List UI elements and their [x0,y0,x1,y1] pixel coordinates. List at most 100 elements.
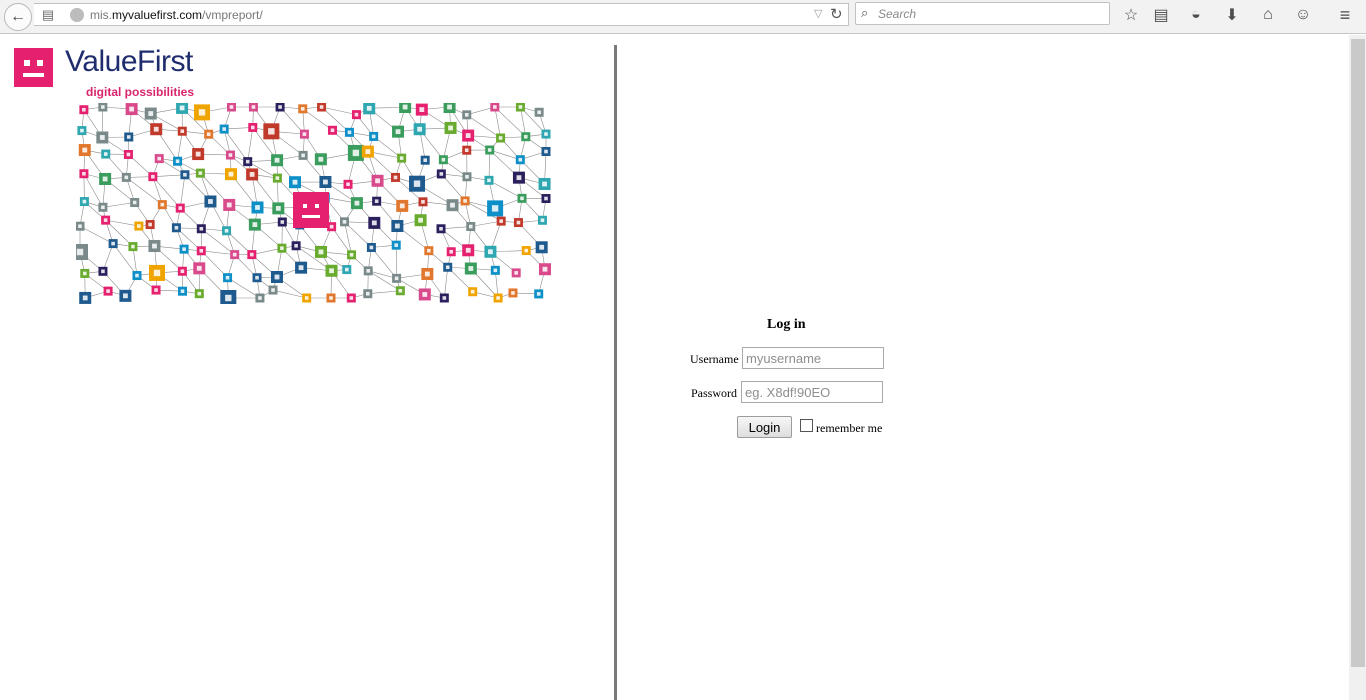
username-input[interactable] [742,347,884,369]
network-node-glyph [464,148,469,152]
network-node-glyph [347,130,352,135]
network-node-glyph [298,265,304,271]
network-node-glyph [174,225,179,230]
logo-name: ValueFirst [65,45,193,78]
network-node-glyph [197,291,202,296]
network-node-glyph [80,128,84,133]
network-node-glyph [352,149,360,157]
back-arrow-icon: ← [10,8,26,25]
url-text[interactable]: mis.myvaluefirst.com/vmpreport/ [90,8,263,22]
network-node-glyph [449,249,454,254]
network-node-glyph [208,199,213,204]
network-node-glyph [487,148,492,152]
pocket-icon[interactable]: ◒ [1185,4,1207,26]
network-node-glyph [365,291,370,296]
network-node-glyph [465,247,471,253]
network-node-glyph [103,152,108,156]
network-node-glyph [427,248,431,253]
network-node-glyph [544,132,548,136]
network-node-glyph [318,156,324,162]
logo-eye-right [37,60,43,66]
reload-icon[interactable]: ↻ [830,5,843,23]
network-node-glyph [183,172,187,177]
network-node-glyph [365,149,371,155]
page-content: ValueFirst digital possibilities Log in … [0,35,1366,700]
network-node-glyph [135,273,139,278]
network-node-glyph [342,220,347,224]
password-input[interactable] [741,381,883,403]
network-node-glyph [344,267,349,272]
network-node-glyph [255,275,259,280]
center-smiley-feature [303,204,307,208]
back-button[interactable]: ← [4,3,32,31]
username-label: Username [690,352,739,366]
network-node-glyph [371,134,376,139]
network-node-glyph [294,243,298,248]
network-node-glyph [258,296,262,300]
network-node-glyph [493,105,497,109]
network-node-glyph [402,104,408,110]
network-node-glyph [82,295,88,301]
network-node-glyph [463,199,467,203]
network-node-glyph [180,269,185,274]
network-node-glyph [524,248,529,253]
center-smiley-feature [302,215,320,218]
network-node-glyph [516,220,521,225]
network-node-glyph [82,171,86,176]
network-node-glyph [103,218,108,222]
network-node-glyph [280,246,284,250]
network-node-glyph [199,226,204,231]
network-node-glyph [153,126,159,132]
logo-eye-left [24,60,30,66]
network-node-glyph [518,105,523,109]
clipboard-icon[interactable]: ▤ [1150,4,1172,26]
search-input[interactable] [878,6,1103,22]
network-node-glyph [82,199,87,204]
network-node-glyph [399,156,404,160]
network-node-glyph [439,172,444,176]
globe-icon [70,8,84,22]
network-node-glyph [111,241,115,246]
network-node-glyph [349,253,354,257]
network-node-glyph [488,249,493,255]
url-path: /vmpreport/ [202,8,263,22]
network-node-glyph [180,289,185,293]
identity-icon[interactable]: ▤ [38,5,58,25]
logo-mouth [23,73,44,77]
network-node-glyph [126,135,131,139]
network-node-glyph [124,175,129,180]
network-node-glyph [418,217,423,223]
login-title: Log in [767,317,806,332]
network-node-glyph [514,271,518,275]
network-node-glyph [496,296,500,300]
network-node-glyph [255,205,260,210]
network-node-glyph [304,296,309,300]
scrollbar-thumb[interactable] [1351,39,1365,667]
network-node-glyph [465,133,471,138]
network-node-glyph [250,252,254,257]
hamburger-menu-icon[interactable]: ≡ [1334,4,1356,26]
network-node-glyph [278,105,282,109]
login-button[interactable]: Login [737,416,792,438]
download-icon[interactable]: ⬇ [1221,4,1243,26]
address-bar[interactable]: ▤ mis.myvaluefirst.com/vmpreport/ ▽ ↻ [34,3,849,26]
network-node-glyph [153,269,161,277]
smiley-logo-icon [14,48,53,87]
network-node-glyph [232,252,237,257]
network-node-glyph [250,125,255,130]
star-icon[interactable]: ☆ [1120,4,1142,26]
network-node-glyph [398,288,403,293]
network-node-glyph [182,247,186,251]
search-bar[interactable]: ⌕ [855,2,1110,25]
network-node-glyph [292,179,298,185]
dropdown-arrow-icon[interactable]: ▽ [814,7,822,20]
network-node-glyph [442,296,447,300]
chat-icon[interactable]: ☺ [1292,4,1314,26]
network-node-glyph [154,288,158,292]
remember-me-checkbox[interactable] [800,419,813,432]
home-icon[interactable]: ⌂ [1257,4,1279,26]
network-node-glyph [329,224,334,229]
center-smiley-icon [293,192,329,228]
network-node-glyph [126,152,131,157]
center-smiley-feature [315,204,319,208]
